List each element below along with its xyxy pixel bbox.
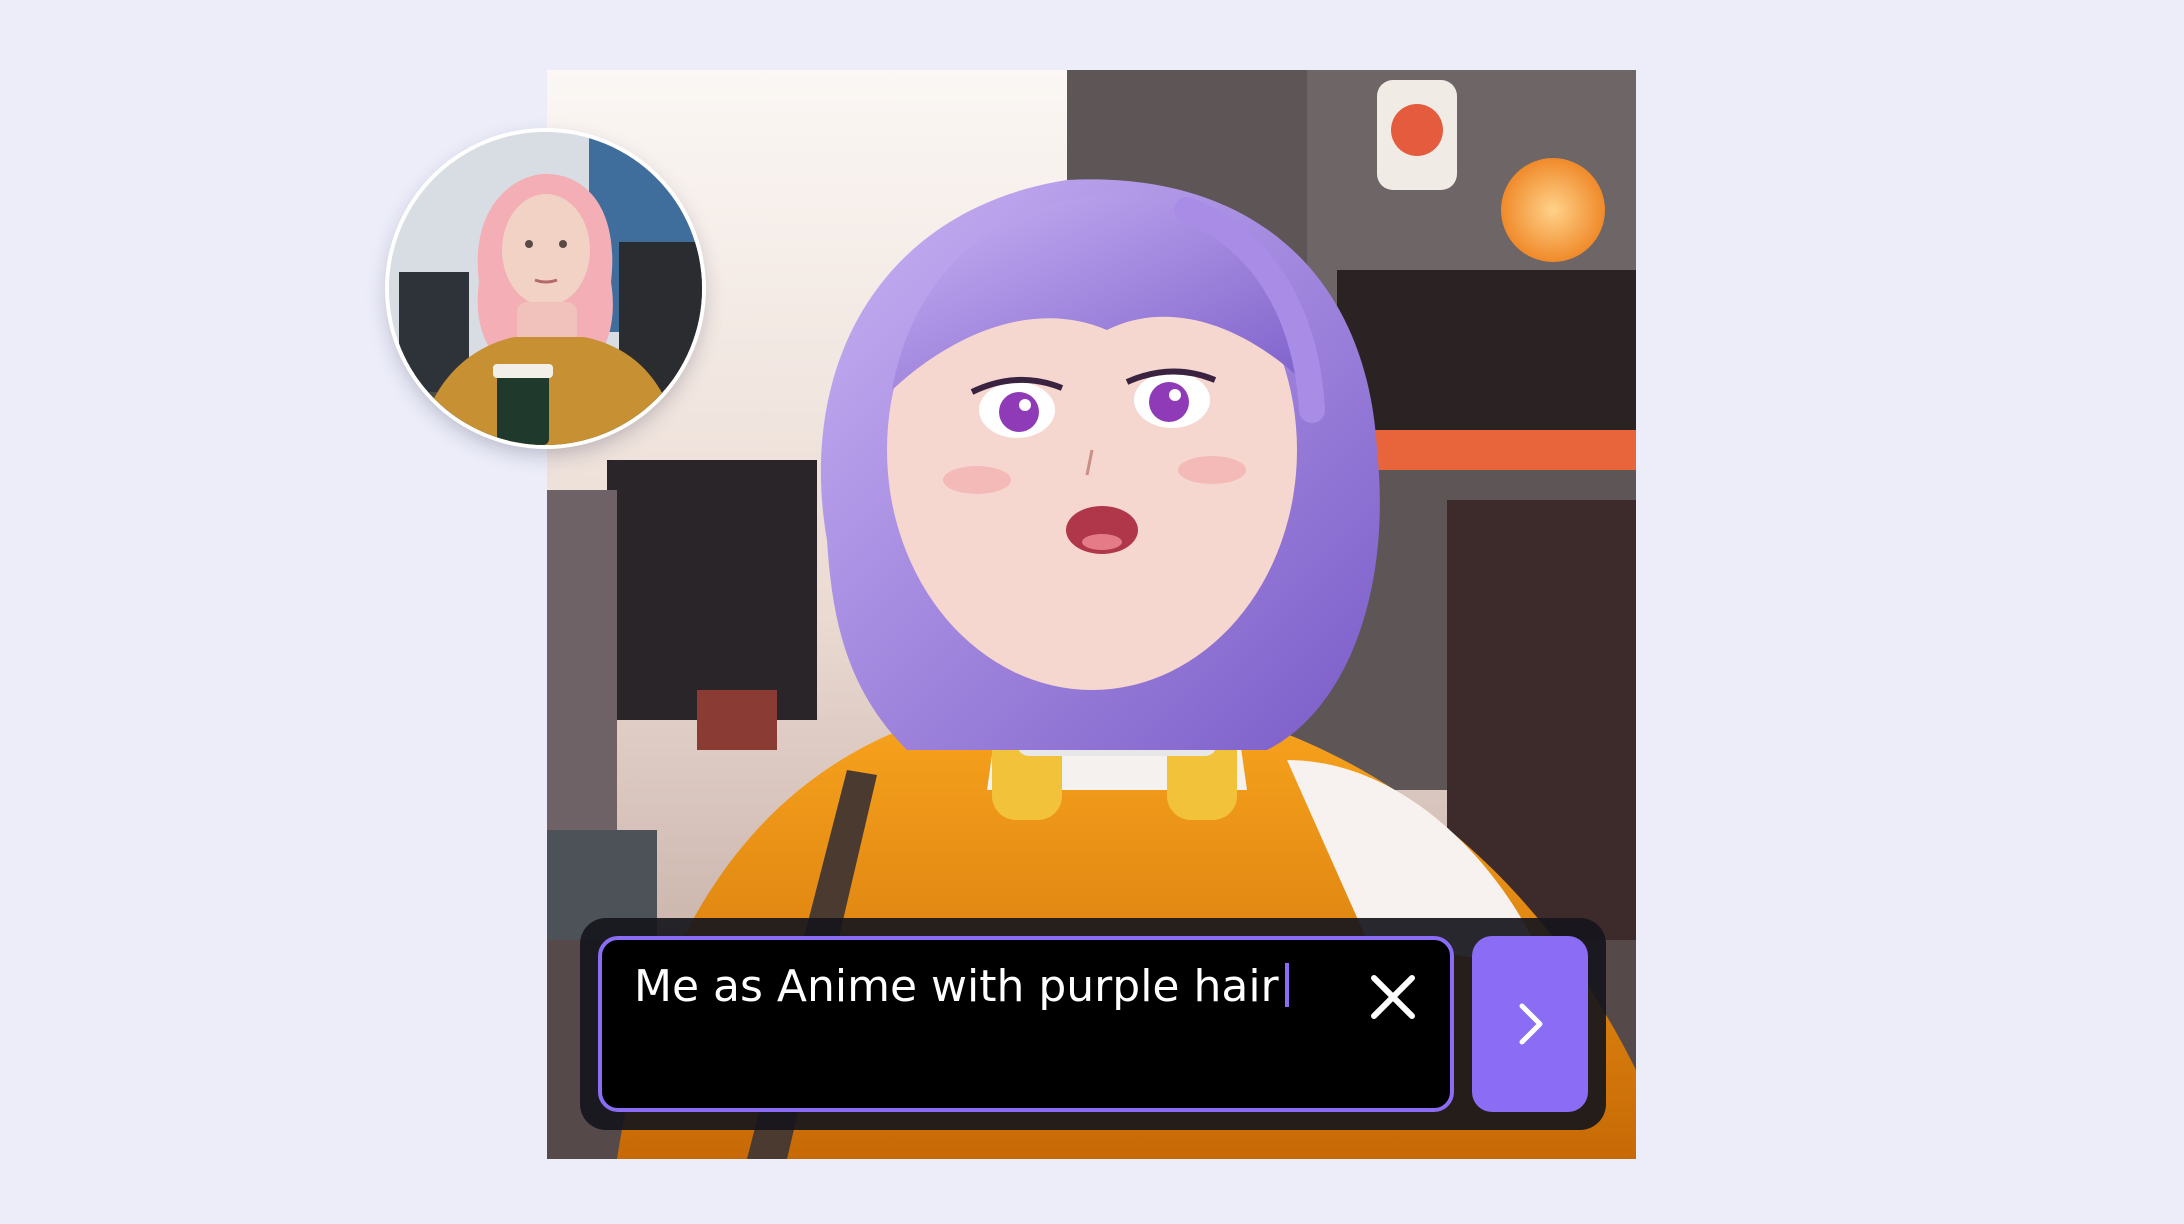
prompt-bar: Me as Anime with purple hair [580,918,1606,1130]
text-caret [1284,963,1289,1007]
close-icon [1371,975,1415,1019]
clear-prompt-button[interactable] [1366,970,1420,1024]
submit-prompt-button[interactable] [1472,936,1588,1112]
source-photo-avatar [389,132,702,445]
chevron-right-icon [1519,1003,1543,1045]
original-photo [389,132,702,445]
prompt-input[interactable]: Me as Anime with purple hair [598,936,1454,1112]
prompt-input-text[interactable]: Me as Anime with purple hair [634,956,1289,1018]
prompt-value: Me as Anime with purple hair [634,961,1279,1012]
